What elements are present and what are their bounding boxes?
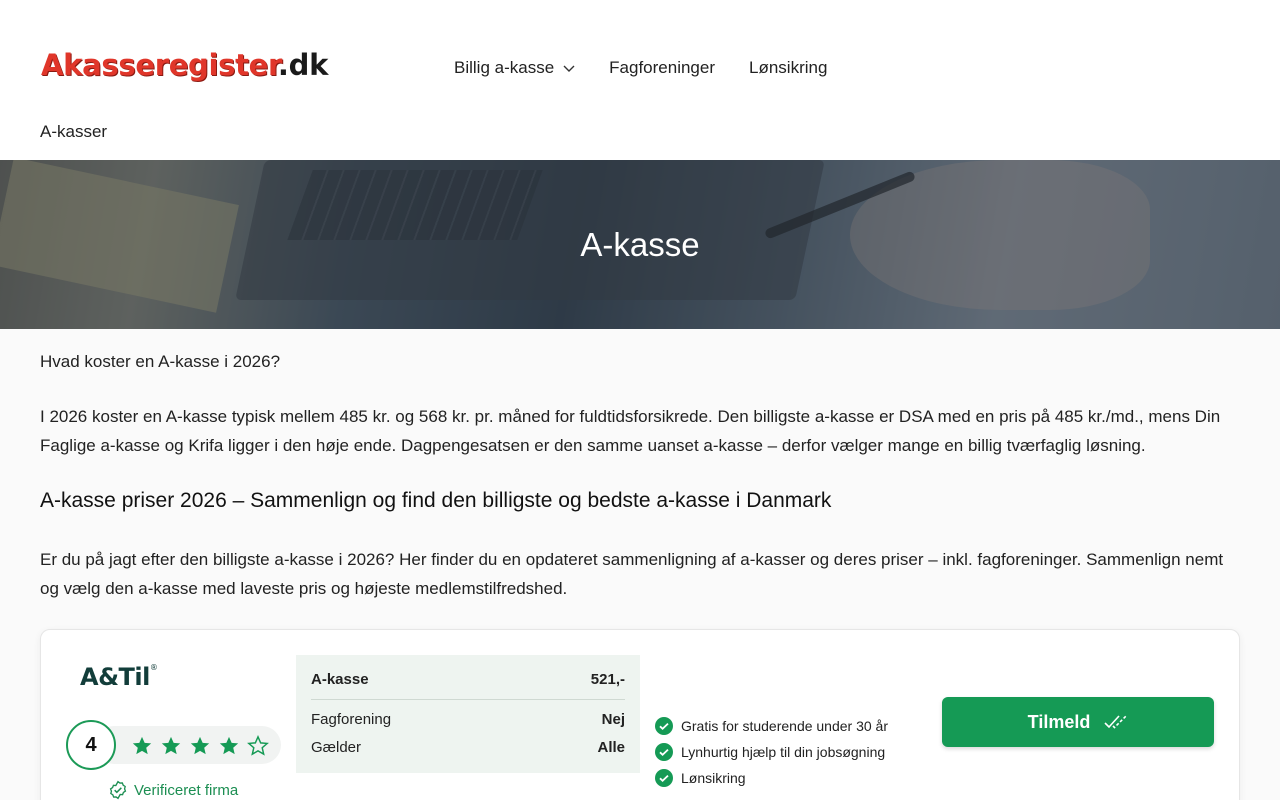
verified-badge[interactable]: Verificeret firma <box>108 780 238 800</box>
logo-tld: .dk <box>277 48 329 82</box>
feature-item: Lynhurtig hjælp til din jobsøgning <box>655 739 888 765</box>
price-divider <box>311 699 625 700</box>
provider-logo: A&Til® <box>80 663 158 691</box>
signup-button[interactable]: Tilmeld <box>942 697 1214 747</box>
signup-button-label: Tilmeld <box>1027 711 1091 732</box>
check-circle-icon <box>655 743 673 761</box>
body-paragraph: Er du på jagt efter den billigste a-kass… <box>40 550 1224 598</box>
price-label: A-kasse <box>311 671 369 688</box>
nav-item-label: Lønsikring <box>749 58 828 77</box>
logo-main: Akasseregister <box>41 48 278 82</box>
feature-label: Lynhurtig hjælp til din jobsøgning <box>681 744 886 760</box>
star-filled-icon <box>219 736 239 755</box>
site-logo[interactable]: Akasseregister.dk <box>41 48 328 82</box>
check-circle-icon <box>655 769 673 787</box>
nav-item-label: Fagforeninger <box>609 58 715 77</box>
page-title: A-kasse <box>580 226 700 263</box>
verified-check-icon <box>109 780 127 800</box>
provider-card: A&Til® 4 Verificeret firma A-kasse 521,-… <box>40 629 1240 800</box>
nav-item-label: Billig a-kasse <box>454 58 555 77</box>
price-label: Gælder <box>311 739 362 756</box>
star-filled-icon <box>132 736 152 755</box>
feature-list: Gratis for studerende under 30 år Lynhur… <box>655 713 888 791</box>
price-label: Fagforening <box>311 711 392 728</box>
intro-paragraph: I 2026 koster en A-kasse typisk mellem 4… <box>40 407 1221 455</box>
star-filled-icon <box>161 736 181 755</box>
feature-label: Lønsikring <box>681 770 746 786</box>
price-row: A-kasse 521,- <box>311 671 625 688</box>
double-check-icon <box>1104 715 1127 729</box>
nav-item-a-kasser[interactable]: A-kasser <box>40 122 107 142</box>
feature-item: Gratis for studerende under 30 år <box>655 713 888 739</box>
verified-label: Verificeret firma <box>134 781 239 799</box>
price-row: Gælder Alle <box>311 739 625 756</box>
price-table: A-kasse 521,- Fagforening Nej Gælder All… <box>296 655 640 773</box>
section-heading: A-kasse priser 2026 – Sammenlign og find… <box>40 489 832 512</box>
price-row: Fagforening Nej <box>311 711 625 728</box>
hero-banner: A-kasse <box>0 160 1280 329</box>
star-empty-icon <box>247 735 269 756</box>
price-value: Nej <box>601 711 625 728</box>
check-circle-icon <box>655 717 673 735</box>
feature-item: Lønsikring <box>655 765 888 791</box>
rating-stars <box>131 735 269 757</box>
question-text: Hvad koster en A-kasse i 2026? <box>40 352 281 371</box>
registered-mark: ® <box>149 663 158 672</box>
nav-item-fagforeninger[interactable]: Fagforeninger <box>609 58 715 78</box>
rating-score: 4 <box>66 720 116 770</box>
price-value: 521,- <box>590 671 625 688</box>
price-value: Alle <box>597 739 625 756</box>
main-nav: Billig a-kasse Fagforeninger Lønsikring <box>454 58 861 78</box>
provider-name: A&Til <box>80 663 150 691</box>
nav-item-lonsikring[interactable]: Lønsikring <box>749 58 827 78</box>
feature-label: Gratis for studerende under 30 år <box>681 718 889 734</box>
nav-item-billig-a-kasse[interactable]: Billig a-kasse <box>454 58 575 78</box>
star-filled-icon <box>190 736 210 755</box>
chevron-down-icon <box>563 65 575 72</box>
site-header: Akasseregister.dk Billig a-kasse Fagfore… <box>0 0 1280 160</box>
